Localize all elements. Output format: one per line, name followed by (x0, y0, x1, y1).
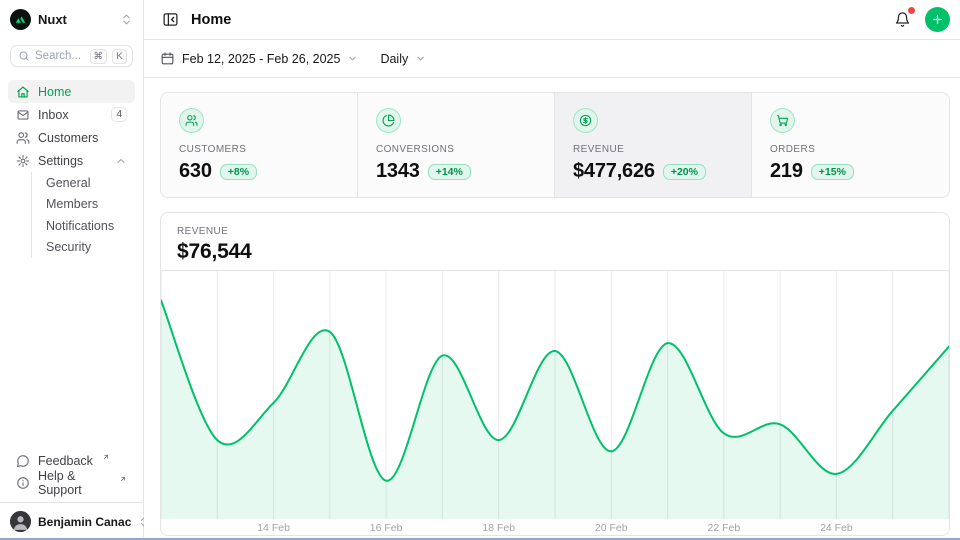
stat-value: 219 (770, 160, 803, 183)
settings-children: General Members Notifications Security (31, 172, 135, 258)
svg-text:22 Feb: 22 Feb (708, 522, 741, 534)
chart-total-value: $76,544 (177, 240, 933, 264)
kbd-k: K (112, 49, 127, 64)
bell-icon (894, 11, 911, 28)
main-panel: Home Feb 12, 2 (144, 0, 960, 540)
sidebar-item-label: Inbox (38, 108, 69, 122)
sidebar-item-inbox[interactable]: Inbox 4 (8, 103, 135, 126)
stat-card-customers[interactable]: CUSTOMERS 630 +8% (161, 93, 358, 198)
workspace-name: Nuxt (38, 12, 67, 27)
help-support-link[interactable]: Help & Support (8, 472, 135, 494)
search-icon (18, 50, 30, 62)
sidebar-footer-links: Feedback Help & Support (8, 450, 135, 494)
calendar-icon (160, 51, 175, 66)
help-support-label: Help & Support (38, 469, 110, 497)
inbox-icon (16, 108, 30, 122)
user-menu[interactable]: Benjamin Canac (0, 503, 143, 540)
sidebar-item-label: Home (38, 85, 71, 99)
sidebar-item-customers[interactable]: Customers (8, 126, 135, 149)
sidebar-item-label: Notifications (46, 219, 114, 233)
stats-cards: CUSTOMERS 630 +8% CONVERSIONS 1343 +14% (160, 92, 950, 198)
stat-card-conversions[interactable]: CONVERSIONS 1343 +14% (358, 93, 555, 198)
plus-icon (931, 13, 944, 26)
delta-badge: +8% (220, 164, 257, 180)
sidebar-item-label: Security (46, 240, 91, 254)
stat-card-orders[interactable]: ORDERS 219 +15% (752, 93, 949, 198)
sidebar-item-security[interactable]: Security (40, 237, 135, 259)
delta-badge: +20% (663, 164, 706, 180)
sidebar-item-settings[interactable]: Settings (8, 149, 135, 172)
top-header: Home (144, 0, 960, 40)
sidebar: Nuxt Search... ⌘ K Home (0, 0, 144, 540)
gear-icon (16, 154, 30, 168)
message-circle-icon (16, 454, 30, 468)
period-label: Daily (380, 52, 408, 66)
svg-text:20 Feb: 20 Feb (595, 522, 628, 534)
stat-label: ORDERS (770, 144, 931, 155)
svg-text:24 Feb: 24 Feb (820, 522, 853, 534)
users-icon (16, 131, 30, 145)
stat-card-revenue[interactable]: REVENUE $477,626 +20% (555, 93, 752, 198)
stat-value: 630 (179, 160, 212, 183)
sidebar-item-label: Members (46, 197, 98, 211)
date-range-label: Feb 12, 2025 - Feb 26, 2025 (182, 52, 340, 66)
svg-text:16 Feb: 16 Feb (370, 522, 403, 534)
stat-label: REVENUE (573, 144, 733, 155)
panel-left-close-icon (162, 11, 179, 28)
home-icon (16, 85, 30, 99)
external-link-arrow-icon (102, 453, 110, 461)
workspace-switcher[interactable]: Nuxt (0, 0, 143, 30)
chevron-up-icon (115, 155, 127, 167)
chart-title: REVENUE (177, 226, 933, 237)
feedback-label: Feedback (38, 454, 93, 468)
stat-value: $477,626 (573, 160, 655, 183)
search-placeholder: Search... (35, 50, 85, 62)
user-name: Benjamin Canac (38, 515, 131, 529)
circle-dollar-icon (573, 108, 598, 133)
sidebar-item-home[interactable]: Home (8, 80, 135, 103)
add-button[interactable] (925, 7, 950, 32)
svg-text:14 Feb: 14 Feb (257, 522, 290, 534)
revenue-chart-card: REVENUE $76,544 14 Feb 16 Feb 18 Feb 20 Feb… (160, 212, 950, 536)
sidebar-item-members[interactable]: Members (40, 194, 135, 216)
collapse-sidebar-button[interactable] (160, 9, 181, 30)
chart-header: REVENUE $76,544 (161, 213, 949, 271)
kbd-cmd: ⌘ (90, 49, 108, 64)
sidebar-item-general[interactable]: General (40, 172, 135, 194)
inbox-count-badge: 4 (111, 107, 127, 122)
chevron-down-icon (415, 53, 426, 64)
nuxt-logo-icon (10, 9, 31, 30)
stat-value: 1343 (376, 160, 420, 183)
users-icon (179, 108, 204, 133)
stat-label: CONVERSIONS (376, 144, 536, 155)
sidebar-item-notifications[interactable]: Notifications (40, 215, 135, 237)
chart-pie-icon (376, 108, 401, 133)
sidebar-nav: Home Inbox 4 Customers Settings (8, 80, 135, 258)
avatar (10, 511, 31, 532)
external-link-arrow-icon (119, 475, 127, 483)
shopping-cart-icon (770, 108, 795, 133)
chevrons-up-down-icon (120, 13, 133, 26)
period-select[interactable]: Daily (380, 52, 426, 66)
sidebar-item-label: Settings (38, 154, 83, 168)
dashboard-content: CUSTOMERS 630 +8% CONVERSIONS 1343 +14% (144, 78, 960, 540)
date-range-picker[interactable]: Feb 12, 2025 - Feb 26, 2025 (160, 51, 358, 66)
info-circle-icon (16, 476, 30, 490)
delta-badge: +15% (811, 164, 854, 180)
revenue-area-chart[interactable]: 14 Feb 16 Feb 18 Feb 20 Feb 22 Feb 24 Feb (161, 271, 949, 536)
delta-badge: +14% (428, 164, 471, 180)
sidebar-item-label: General (46, 176, 90, 190)
sidebar-item-label: Customers (38, 131, 98, 145)
chevron-down-icon (347, 53, 358, 64)
stat-label: CUSTOMERS (179, 144, 339, 155)
chart-body: 14 Feb 16 Feb 18 Feb 20 Feb 22 Feb 24 Feb (161, 271, 949, 536)
svg-text:18 Feb: 18 Feb (482, 522, 515, 534)
notifications-button[interactable] (892, 9, 913, 30)
page-title: Home (191, 12, 231, 28)
app-window: Nuxt Search... ⌘ K Home (0, 0, 960, 540)
search-input[interactable]: Search... ⌘ K (10, 45, 133, 67)
unread-notification-dot (908, 7, 915, 14)
filters-toolbar: Feb 12, 2025 - Feb 26, 2025 Daily (144, 40, 960, 78)
